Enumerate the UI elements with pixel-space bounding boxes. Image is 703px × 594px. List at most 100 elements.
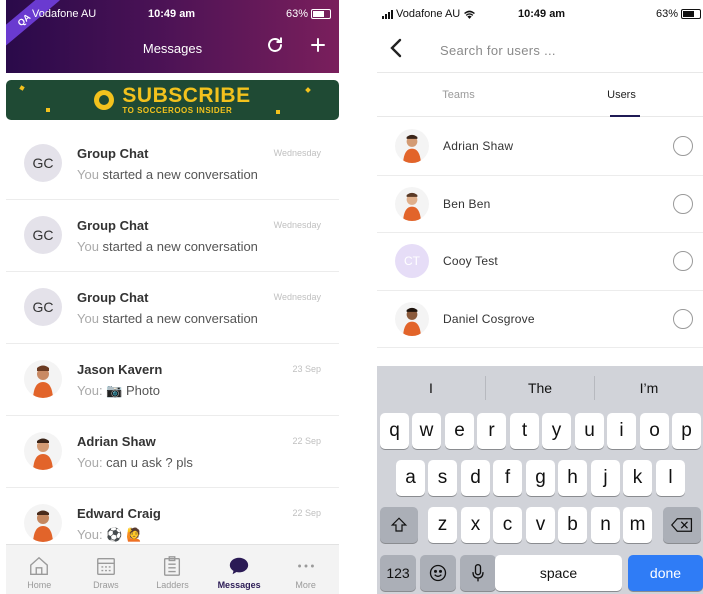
chat-item[interactable]: GC Group Chat You started a new conversa… — [6, 128, 339, 200]
new-message-button[interactable] — [306, 36, 330, 60]
search-input[interactable] — [440, 40, 690, 60]
suggestion-1[interactable]: I — [377, 380, 485, 396]
backspace-key[interactable] — [663, 507, 701, 543]
key-q[interactable]: q — [380, 413, 409, 449]
tab-home[interactable]: Home — [6, 545, 73, 594]
emoji-key[interactable] — [420, 555, 456, 591]
battery: 63% — [286, 8, 331, 20]
list-item[interactable]: Ben Ben — [377, 176, 703, 233]
key-l[interactable]: l — [656, 460, 685, 496]
key-v[interactable]: v — [526, 507, 555, 543]
carrier-label: Vodafone AU — [396, 8, 461, 20]
battery-icon — [311, 9, 331, 19]
key-e[interactable]: e — [445, 413, 474, 449]
banner-title: SUBSCRIBE — [122, 83, 251, 107]
player-photo-icon — [33, 438, 53, 470]
back-button[interactable] — [389, 38, 403, 62]
confetti-decoration — [305, 87, 311, 93]
refresh-button[interactable] — [263, 36, 287, 60]
chat-bubble-icon — [229, 557, 249, 575]
tab-users[interactable]: Users — [540, 73, 703, 117]
numbers-key[interactable]: 123 — [380, 555, 416, 591]
done-key[interactable]: done — [628, 555, 703, 591]
subscribe-banner[interactable]: SUBSCRIBE TO SOCCEROOS INSIDER — [6, 80, 339, 120]
chat-date: 22 Sep — [292, 436, 321, 446]
key-r[interactable]: r — [477, 413, 506, 449]
chat-preview: You started a new conversation — [77, 239, 258, 254]
key-p[interactable]: p — [672, 413, 701, 449]
carrier: Vodafone AU — [382, 8, 476, 20]
chat-preview: You started a new conversation — [77, 311, 258, 326]
chat-item[interactable]: Adrian Shaw You: can u ask ? pls 22 Sep — [6, 416, 339, 488]
key-g[interactable]: g — [526, 460, 555, 496]
tab-ladders[interactable]: Ladders — [139, 545, 206, 594]
tab-more[interactable]: More — [272, 545, 339, 594]
key-n[interactable]: n — [591, 507, 620, 543]
chat-preview: You: can u ask ? pls — [77, 455, 193, 470]
shift-key[interactable] — [380, 507, 418, 543]
key-d[interactable]: d — [461, 460, 490, 496]
status-bar: Vodafone AU 10:49 am 63% — [6, 8, 339, 24]
key-o[interactable]: o — [640, 413, 669, 449]
key-u[interactable]: u — [575, 413, 604, 449]
chat-name: Group Chat — [77, 290, 149, 305]
chat-item[interactable]: GC Group Chat You started a new conversa… — [6, 200, 339, 272]
list-item[interactable]: Daniel Cosgrove — [377, 291, 703, 348]
player-avatar — [395, 186, 429, 221]
chat-name: Edward Craig — [77, 506, 161, 521]
list-item[interactable]: Adrian Shaw — [377, 118, 703, 176]
key-i[interactable]: i — [607, 413, 636, 449]
banner-subtitle: TO SOCCEROOS INSIDER — [122, 105, 233, 115]
signal-icon — [382, 9, 393, 19]
select-radio[interactable] — [673, 136, 693, 156]
predictive-bar: I The I’m — [377, 366, 703, 410]
clipboard-icon — [164, 556, 181, 576]
tab-draws[interactable]: Draws — [73, 545, 140, 594]
tab-messages[interactable]: Messages — [206, 545, 273, 594]
tab-label: More — [295, 580, 316, 590]
suggestion-3[interactable]: I’m — [595, 380, 703, 396]
key-a[interactable]: a — [396, 460, 425, 496]
chat-text: can u ask ? pls — [102, 455, 193, 470]
chat-name: Group Chat — [77, 218, 149, 233]
key-h[interactable]: h — [558, 460, 587, 496]
plus-icon — [311, 38, 325, 52]
key-z[interactable]: z — [428, 507, 457, 543]
banner-text: SUBSCRIBE TO SOCCEROOS INSIDER — [122, 83, 251, 115]
user-name: Daniel Cosgrove — [443, 311, 535, 326]
key-c[interactable]: c — [493, 507, 522, 543]
player-avatar — [395, 301, 429, 336]
socceroos-logo-icon — [94, 90, 115, 110]
key-s[interactable]: s — [428, 460, 457, 496]
key-b[interactable]: b — [558, 507, 587, 543]
clock: 10:49 am — [518, 8, 566, 20]
select-radio[interactable] — [673, 193, 693, 214]
chat-preview: You: ⚽ 🙋 — [77, 527, 142, 543]
space-key[interactable]: space — [495, 555, 622, 591]
avatar: GC — [24, 144, 62, 182]
key-j[interactable]: j — [591, 460, 620, 496]
key-x[interactable]: x — [461, 507, 490, 543]
key-k[interactable]: k — [623, 460, 652, 496]
key-y[interactable]: y — [542, 413, 571, 449]
chevron-left-icon — [390, 38, 402, 58]
key-t[interactable]: t — [510, 413, 539, 449]
bottom-tab-bar: Home Draws Ladders Messages More — [6, 544, 339, 594]
suggestion-2[interactable]: The — [486, 380, 594, 396]
chat-name: Adrian Shaw — [77, 434, 156, 449]
key-f[interactable]: f — [493, 460, 522, 496]
chat-item[interactable]: GC Group Chat You started a new conversa… — [6, 272, 339, 344]
chat-item[interactable]: Jason Kavern You: 📷 Photo 23 Sep — [6, 344, 339, 416]
list-item[interactable]: CT Cooy Test — [377, 233, 703, 291]
segment-control: Teams Users — [377, 73, 703, 117]
battery-icon — [681, 9, 701, 19]
dictation-key[interactable] — [460, 555, 496, 591]
tab-label: Home — [27, 580, 52, 590]
select-radio[interactable] — [673, 251, 693, 271]
key-m[interactable]: m — [623, 507, 652, 543]
tab-teams[interactable]: Teams — [377, 73, 540, 116]
select-radio[interactable] — [673, 308, 693, 329]
player-avatar — [395, 129, 429, 163]
home-icon — [30, 556, 49, 575]
key-w[interactable]: w — [412, 413, 441, 449]
